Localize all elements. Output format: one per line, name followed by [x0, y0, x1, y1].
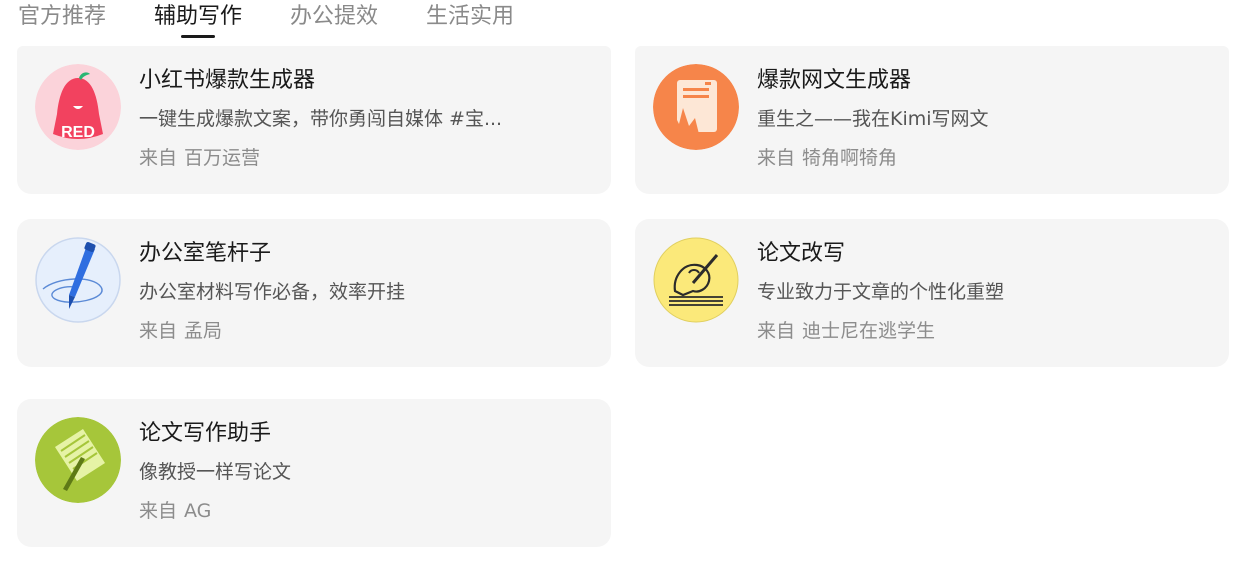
card-description: 像教授一样写论文 [139, 461, 292, 483]
author-name: AG [184, 500, 212, 522]
card-author: 来自 百万运营 [139, 144, 260, 172]
tab-office-efficiency[interactable]: 办公提效 [290, 0, 378, 34]
red-bell-icon: RED [35, 64, 121, 150]
author-name: 孟局 [184, 320, 223, 342]
author-name: 犄角啊犄角 [802, 147, 898, 169]
author-prefix: 来自 [139, 320, 178, 342]
card-author: 来自 犄角啊犄角 [757, 144, 897, 172]
card-title: 小红书爆款生成器 [139, 68, 316, 93]
card-title: 论文改写 [757, 241, 846, 266]
card-description: 一键生成爆款文案，带你勇闯自媒体 #宝... [139, 108, 503, 130]
tab-official-recommend[interactable]: 官方推荐 [18, 0, 106, 34]
assistant-card-office-writer[interactable]: 办公室笔杆子 办公室材料写作必备，效率开挂 来自 孟局 [17, 219, 611, 367]
tab-writing-assistant[interactable]: 辅助写作 [154, 0, 242, 34]
author-prefix: 来自 [139, 500, 178, 522]
card-author: 来自 AG [139, 497, 211, 525]
author-prefix: 来自 [757, 320, 796, 342]
author-prefix: 来自 [757, 147, 796, 169]
assistant-card-xiaohongshu[interactable]: RED 小红书爆款生成器 一键生成爆款文案，带你勇闯自媒体 #宝... 来自 百万… [17, 46, 611, 194]
card-title: 办公室笔杆子 [139, 241, 272, 266]
card-title: 论文写作助手 [139, 421, 272, 446]
card-author: 来自 孟局 [139, 317, 222, 345]
author-name: 迪士尼在逃学生 [802, 320, 936, 342]
web-novel-document-icon [653, 64, 739, 150]
assistant-card-paper-writing[interactable]: 论文写作助手 像教授一样写论文 来自 AG [17, 399, 611, 547]
card-title: 爆款网文生成器 [757, 68, 912, 93]
card-description: 专业致力于文章的个性化重塑 [757, 281, 1005, 303]
card-description: 重生之——我在Kimi写网文 [757, 108, 989, 130]
red-icon-text: RED [61, 124, 95, 141]
category-tabs: 官方推荐 辅助写作 办公提效 生活实用 [18, 0, 562, 40]
hand-writing-icon [653, 237, 739, 323]
assistant-card-paper-rewrite[interactable]: 论文改写 专业致力于文章的个性化重塑 来自 迪士尼在逃学生 [635, 219, 1229, 367]
card-author: 来自 迪士尼在逃学生 [757, 317, 935, 345]
card-description: 办公室材料写作必备，效率开挂 [139, 281, 406, 303]
tab-daily-life[interactable]: 生活实用 [426, 0, 514, 34]
assistant-card-web-novel[interactable]: 爆款网文生成器 重生之——我在Kimi写网文 来自 犄角啊犄角 [635, 46, 1229, 194]
author-name: 百万运营 [184, 147, 261, 169]
fountain-pen-icon [35, 237, 121, 323]
notepad-pen-icon [35, 417, 121, 503]
author-prefix: 来自 [139, 147, 178, 169]
